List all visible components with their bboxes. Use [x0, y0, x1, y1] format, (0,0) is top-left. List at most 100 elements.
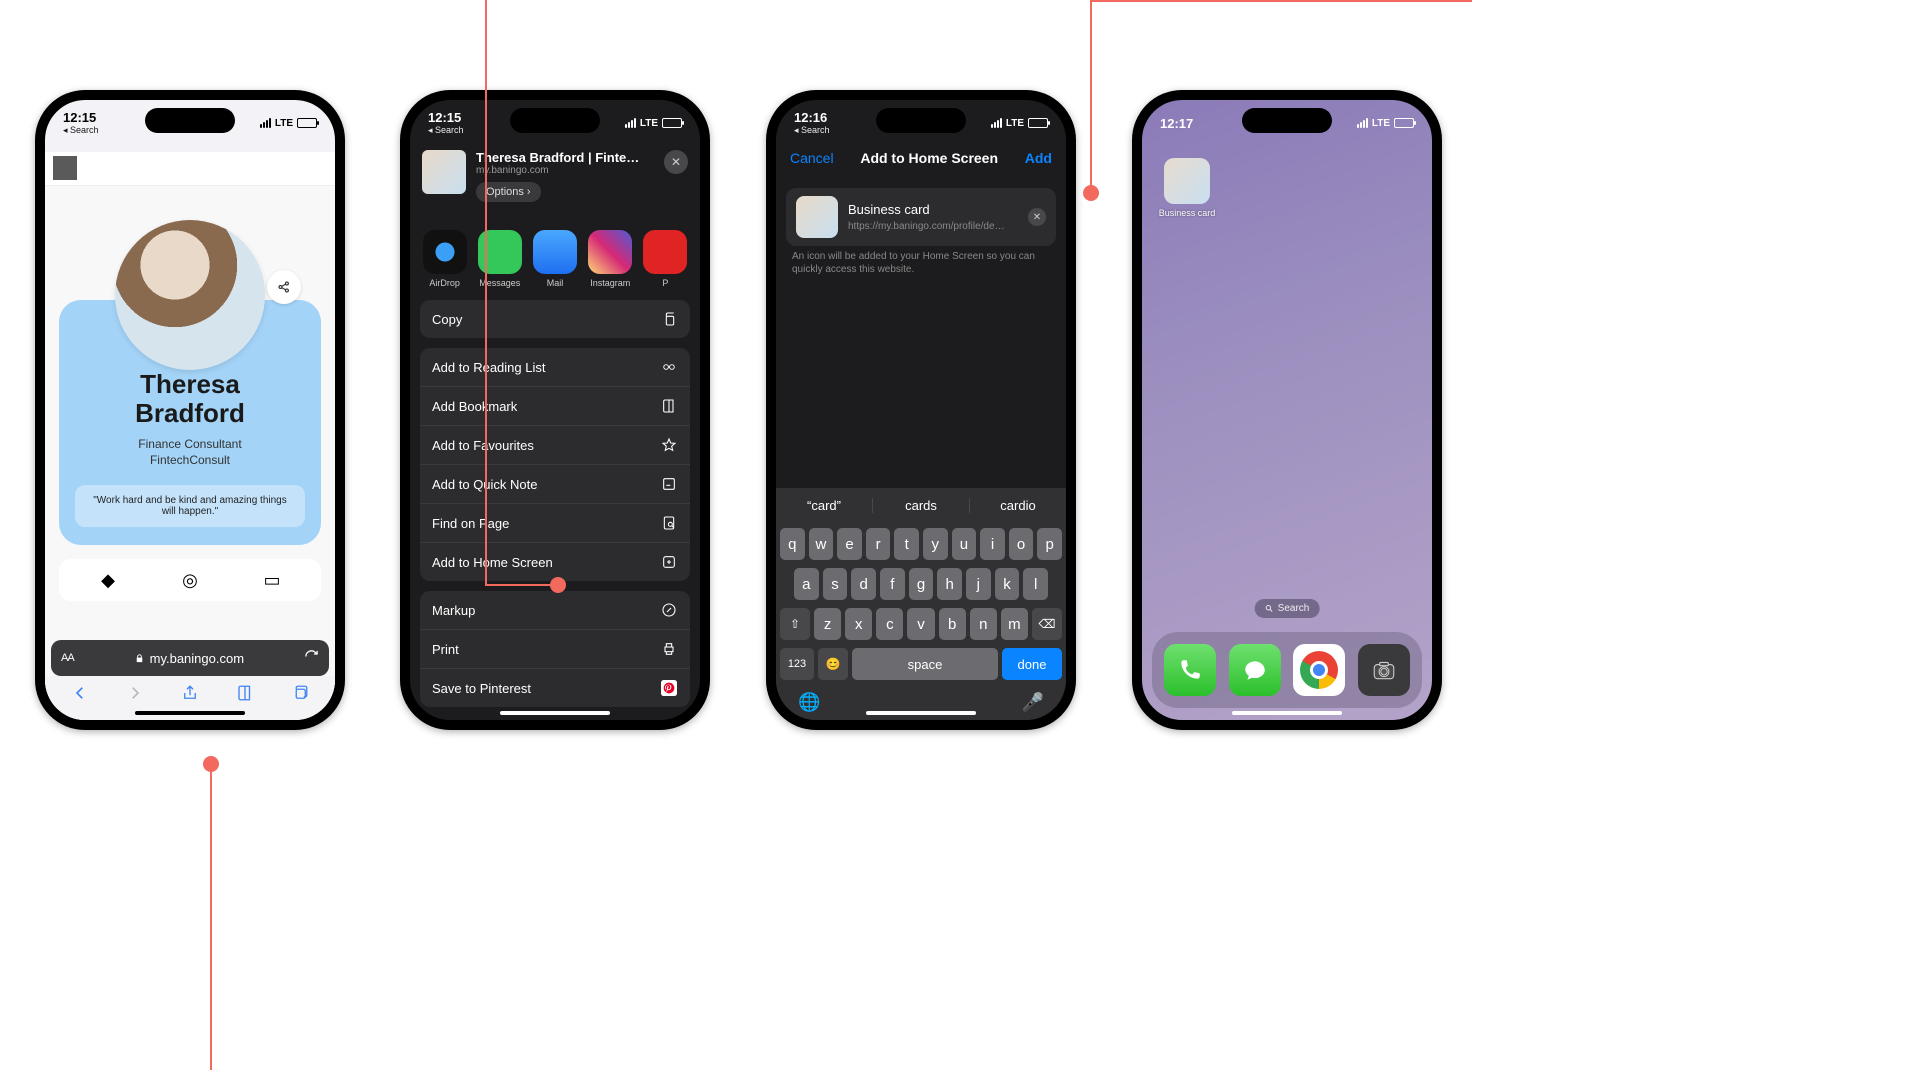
name-input[interactable]: Business card — [848, 202, 1008, 217]
action-copy[interactable]: Copy — [420, 300, 690, 338]
backspace-key[interactable]: ⌫ — [1032, 608, 1062, 640]
key-r[interactable]: r — [866, 528, 891, 560]
key-o[interactable]: o — [1009, 528, 1034, 560]
book-icon — [236, 684, 254, 702]
spotlight-search[interactable]: Search — [1255, 599, 1320, 618]
key-l[interactable]: l — [1023, 568, 1048, 600]
edit-actions-button[interactable]: Edit Actions... — [420, 717, 690, 720]
markup-icon — [660, 601, 678, 619]
key-e[interactable]: e — [837, 528, 862, 560]
app-mail[interactable]: Mail — [530, 230, 579, 288]
dock-app-camera[interactable] — [1358, 644, 1410, 696]
key-f[interactable]: f — [880, 568, 905, 600]
home-indicator[interactable] — [866, 711, 976, 715]
cancel-button[interactable]: Cancel — [790, 150, 834, 166]
home-screen-shortcut[interactable]: Business card — [1158, 158, 1216, 218]
add-button[interactable]: Add — [1025, 150, 1052, 166]
globe-key[interactable]: 🌐 — [798, 692, 820, 713]
key-b[interactable]: b — [939, 608, 966, 640]
notch — [510, 108, 600, 133]
notch — [145, 108, 235, 133]
profile-avatar — [115, 220, 265, 370]
printer-icon — [660, 640, 678, 658]
key-d[interactable]: d — [851, 568, 876, 600]
action-bookmark[interactable]: Add Bookmark — [420, 387, 690, 426]
battery-icon — [297, 118, 317, 128]
action-reading-list[interactable]: Add to Reading List — [420, 348, 690, 387]
key-j[interactable]: j — [966, 568, 991, 600]
key-k[interactable]: k — [995, 568, 1020, 600]
tabs-button[interactable] — [291, 684, 309, 707]
action-favourites[interactable]: Add to Favourites — [420, 426, 690, 465]
back-button[interactable] — [71, 684, 89, 707]
emoji-key[interactable]: 😊 — [818, 648, 848, 680]
network-label: LTE — [1372, 118, 1390, 129]
key-q[interactable]: q — [780, 528, 805, 560]
bookmarks-button[interactable] — [236, 684, 254, 707]
back-to-search[interactable]: ◂ Search — [428, 125, 464, 136]
action-add-home-screen[interactable]: Add to Home Screen — [420, 543, 690, 581]
suggestion-3[interactable]: cardio — [970, 498, 1066, 513]
home-indicator[interactable] — [1232, 711, 1342, 715]
home-indicator[interactable] — [135, 711, 245, 715]
action-markup[interactable]: Markup — [420, 591, 690, 630]
app-instagram[interactable]: Instagram — [586, 230, 635, 288]
share-app-row[interactable]: AirDrop Messages Mail Instagram P — [410, 230, 700, 288]
key-u[interactable]: u — [952, 528, 977, 560]
key-c[interactable]: c — [876, 608, 903, 640]
action-find[interactable]: Find on Page — [420, 504, 690, 543]
app-airdrop[interactable]: AirDrop — [420, 230, 469, 288]
annotation-line-3ax — [1470, 0, 1472, 2]
suggestion-2[interactable]: cards — [873, 498, 970, 513]
dock-app-phone[interactable] — [1164, 644, 1216, 696]
keyboard-suggestions: “card” cards cardio — [776, 488, 1066, 522]
home-indicator[interactable] — [500, 711, 610, 715]
share-button[interactable] — [181, 684, 199, 707]
back-to-search[interactable]: ◂ Search — [794, 125, 830, 136]
text-size-button[interactable]: AA — [61, 652, 74, 664]
suggestion-1[interactable]: “card” — [776, 498, 873, 513]
clear-text-button[interactable]: ✕ — [1028, 208, 1046, 226]
profile-quote: "Work hard and be kind and amazing thing… — [75, 485, 305, 527]
key-y[interactable]: y — [923, 528, 948, 560]
action-icon-1[interactable]: ◆ — [93, 567, 123, 593]
share-profile-button[interactable] — [267, 270, 301, 304]
key-w[interactable]: w — [809, 528, 834, 560]
app-more[interactable]: P — [641, 230, 690, 288]
reload-button[interactable] — [304, 649, 319, 667]
signal-icon — [625, 118, 636, 128]
done-key[interactable]: done — [1002, 648, 1062, 680]
key-s[interactable]: s — [823, 568, 848, 600]
shift-key[interactable]: ⇧ — [780, 608, 810, 640]
action-pinterest[interactable]: Save to Pinterest — [420, 669, 690, 707]
key-g[interactable]: g — [909, 568, 934, 600]
key-v[interactable]: v — [907, 608, 934, 640]
space-key[interactable]: space — [852, 648, 998, 680]
action-quick-note[interactable]: Add to Quick Note — [420, 465, 690, 504]
key-n[interactable]: n — [970, 608, 997, 640]
key-z[interactable]: z — [814, 608, 841, 640]
action-icon-2[interactable]: ◎ — [175, 567, 205, 593]
key-t[interactable]: t — [894, 528, 919, 560]
number-key[interactable]: 123 — [780, 648, 814, 680]
key-h[interactable]: h — [937, 568, 962, 600]
key-p[interactable]: p — [1037, 528, 1062, 560]
camera-icon — [1371, 657, 1397, 683]
key-i[interactable]: i — [980, 528, 1005, 560]
dock-app-messages[interactable] — [1229, 644, 1281, 696]
url-display[interactable]: my.baningo.com — [74, 651, 304, 666]
action-print[interactable]: Print — [420, 630, 690, 669]
app-messages[interactable]: Messages — [475, 230, 524, 288]
close-button[interactable]: ✕ — [664, 150, 688, 174]
back-to-search[interactable]: ◂ Search — [63, 125, 99, 136]
network-label: LTE — [275, 118, 293, 129]
dock-app-chrome[interactable] — [1293, 644, 1345, 696]
signal-icon — [991, 118, 1002, 128]
key-x[interactable]: x — [845, 608, 872, 640]
action-icon-3[interactable]: ▭ — [257, 567, 287, 593]
mic-key[interactable]: 🎤 — [1022, 692, 1044, 713]
safari-address-bar[interactable]: AA my.baningo.com — [51, 640, 329, 676]
key-a[interactable]: a — [794, 568, 819, 600]
annotation-line-3a — [1090, 0, 1470, 2]
key-m[interactable]: m — [1001, 608, 1028, 640]
